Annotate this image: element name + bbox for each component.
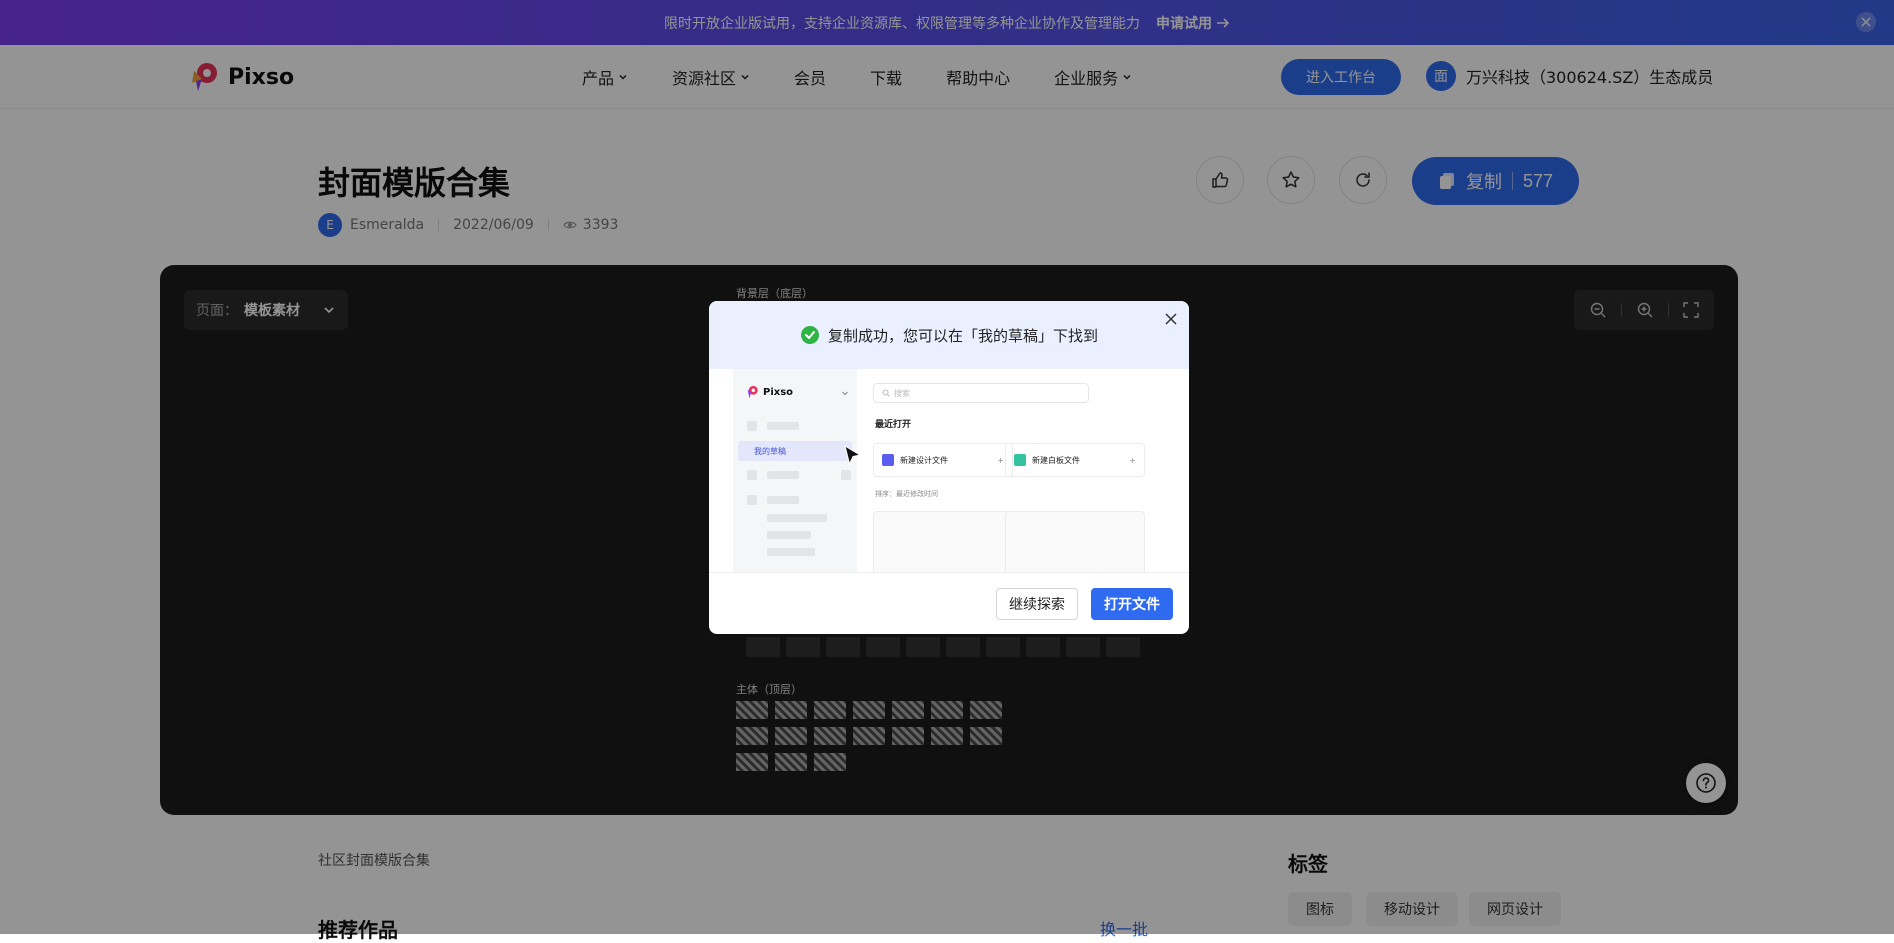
dialog-header: 复制成功，您可以在「我的草稿」下找到 (709, 301, 1189, 369)
search-icon (882, 389, 890, 397)
preview-sort: 排序：最近修改时间 (875, 490, 938, 498)
preview-search: 搜索 (873, 383, 1089, 403)
preview-new-design-card: 新建设计文件 + (873, 443, 1013, 477)
pixso-logo-icon (747, 385, 758, 399)
close-icon (1165, 313, 1177, 325)
placeholder-bar (767, 471, 799, 479)
plus-icon: + (1129, 455, 1136, 465)
placeholder-icon (747, 495, 757, 505)
preview-file-thumb (873, 511, 1013, 572)
placeholder-icon (747, 421, 757, 431)
placeholder-icon (841, 470, 851, 480)
open-file-button[interactable]: 打开文件 (1091, 588, 1173, 620)
placeholder-bar (767, 514, 827, 522)
close-dialog-button[interactable] (1165, 313, 1177, 325)
dialog-footer: 继续探索 打开文件 (709, 572, 1189, 634)
preview-new-design-label: 新建设计文件 (900, 455, 948, 465)
drafts-preview-image: Pixso 我的草稿 搜索 最近打开 新建设计文件 + 新建白板文件 + 排序：… (733, 369, 1165, 572)
placeholder-bar (767, 548, 815, 556)
placeholder-bar (767, 531, 811, 539)
chevron-down-icon (842, 391, 848, 396)
preview-logo: Pixso (745, 385, 793, 399)
preview-recent-title: 最近打开 (875, 420, 912, 430)
whiteboard-file-icon (1014, 454, 1026, 466)
preview-my-drafts-label: 我的草稿 (754, 446, 786, 456)
continue-explore-button[interactable]: 继续探索 (996, 588, 1078, 620)
preview-file-thumb (1005, 511, 1145, 572)
preview-logo-text: Pixso (763, 386, 794, 398)
mouse-cursor-icon (844, 445, 862, 466)
preview-new-whiteboard-card: 新建白板文件 + (1005, 443, 1145, 477)
design-file-icon (882, 454, 894, 466)
placeholder-icon (747, 470, 757, 480)
dialog-title: 复制成功，您可以在「我的草稿」下找到 (827, 326, 1098, 345)
preview-search-placeholder: 搜索 (894, 388, 910, 398)
preview-my-drafts: 我的草稿 (738, 441, 852, 461)
placeholder-bar (767, 422, 799, 430)
plus-icon: + (997, 455, 1004, 465)
placeholder-bar (767, 496, 799, 504)
copy-success-dialog: 复制成功，您可以在「我的草稿」下找到 Pixso 我的草稿 搜索 最近打开 新建… (709, 301, 1189, 634)
check-circle-icon (800, 326, 819, 344)
preview-sidebar: Pixso 我的草稿 (733, 369, 857, 572)
preview-new-whiteboard-label: 新建白板文件 (1032, 455, 1080, 465)
